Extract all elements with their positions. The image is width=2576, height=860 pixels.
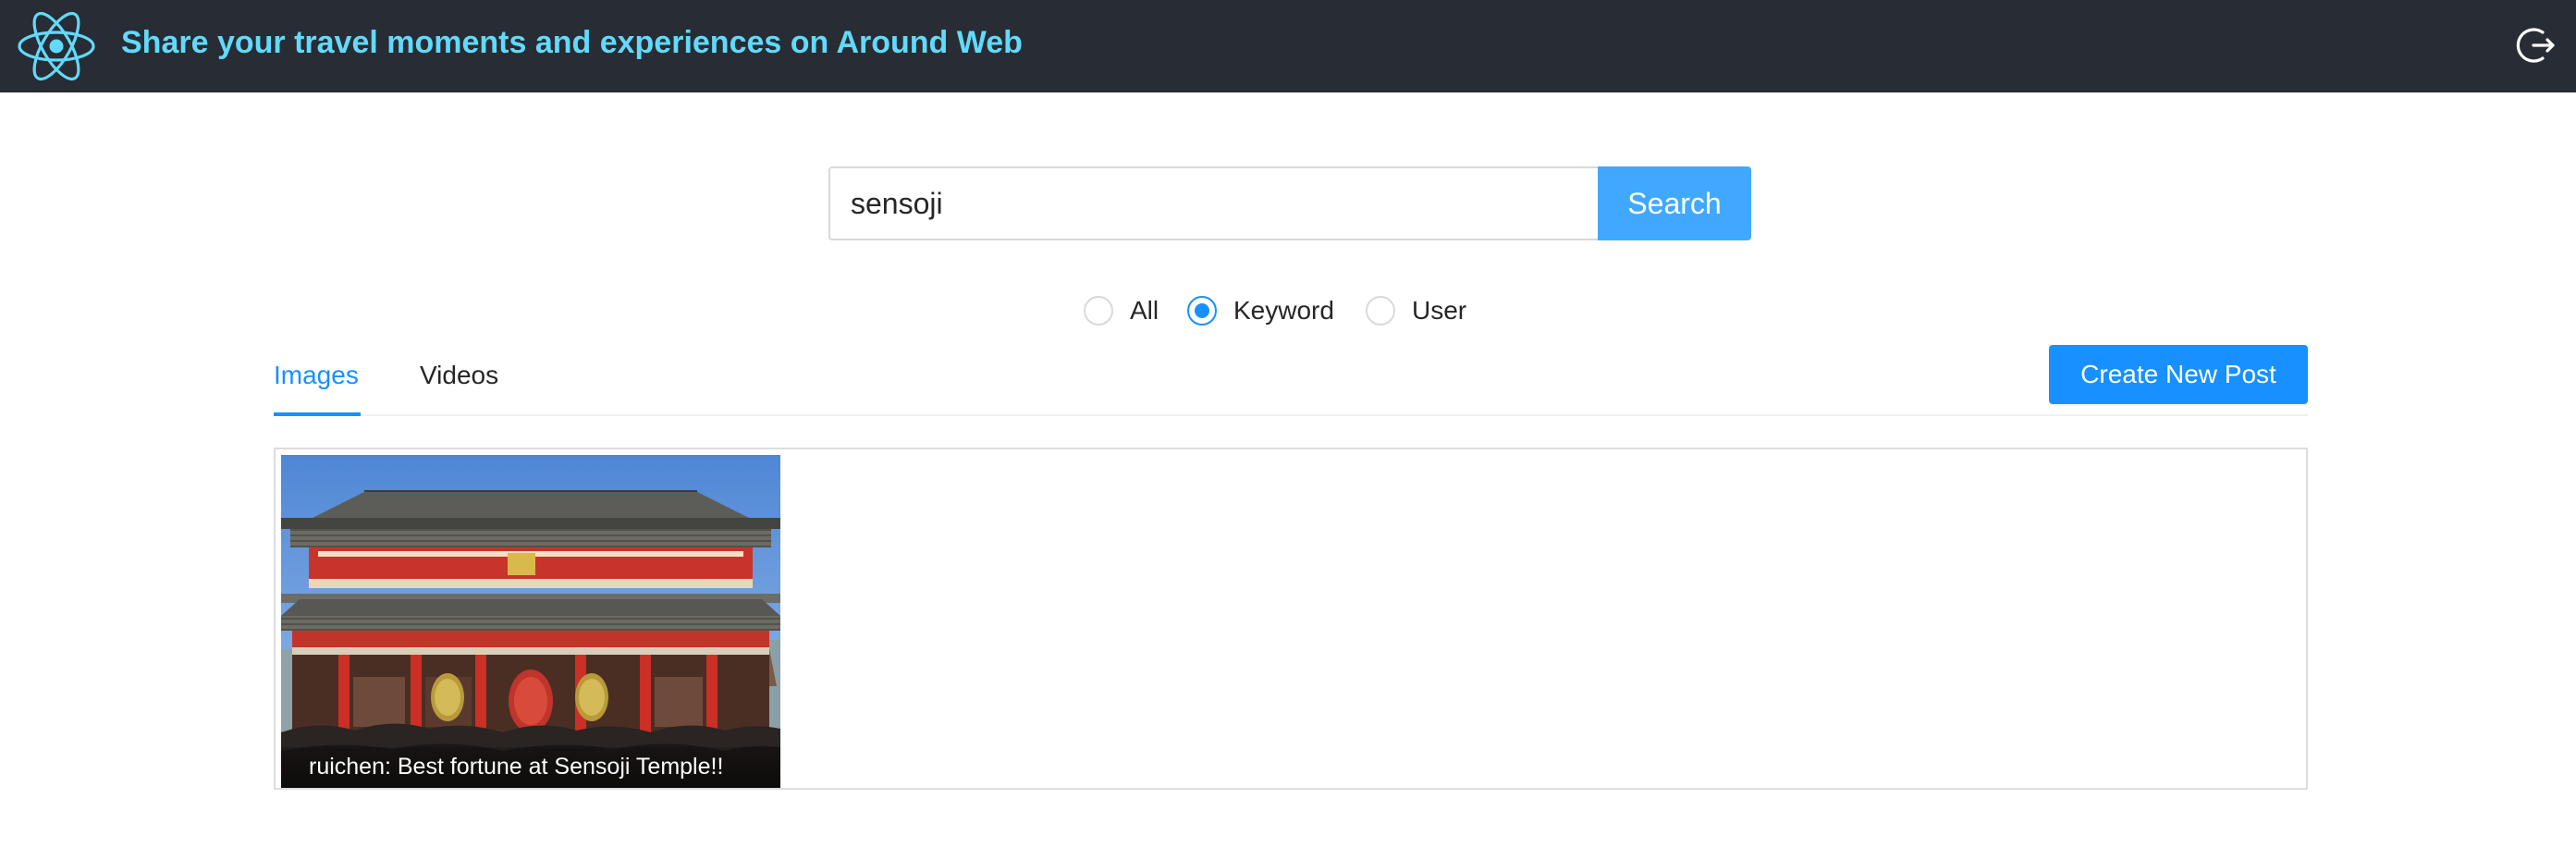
tab-images[interactable]: Images — [274, 357, 359, 394]
create-new-post-button[interactable]: Create New Post — [2049, 345, 2308, 404]
radio-label: User — [1412, 296, 1467, 325]
image-gallery: ruichen: Best fortune at Sensoji Temple!… — [274, 448, 2308, 790]
search-button[interactable]: Search — [1598, 166, 1751, 240]
temple-photo — [281, 455, 780, 788]
radio-circle[interactable] — [1084, 296, 1113, 326]
app-header: Share your travel moments and experience… — [0, 0, 2576, 92]
tabs-divider — [274, 414, 2308, 416]
radio-circle[interactable] — [1187, 296, 1217, 326]
app-title: Share your travel moments and experience… — [121, 25, 1023, 60]
radio-label: All — [1130, 296, 1159, 325]
logout-icon[interactable] — [2515, 23, 2559, 68]
react-atom-icon — [18, 11, 95, 81]
image-caption: ruichen: Best fortune at Sensoji Temple!… — [309, 754, 724, 780]
radio-label: Keyword — [1233, 296, 1334, 325]
search-input[interactable] — [828, 166, 1598, 240]
image-caption-overlay: ruichen: Best fortune at Sensoji Temple!… — [281, 747, 780, 788]
tab-videos[interactable]: Videos — [420, 357, 498, 394]
radio-circle[interactable] — [1366, 296, 1395, 326]
gallery-image[interactable]: ruichen: Best fortune at Sensoji Temple!… — [281, 455, 780, 788]
active-tab-indicator — [274, 412, 361, 416]
